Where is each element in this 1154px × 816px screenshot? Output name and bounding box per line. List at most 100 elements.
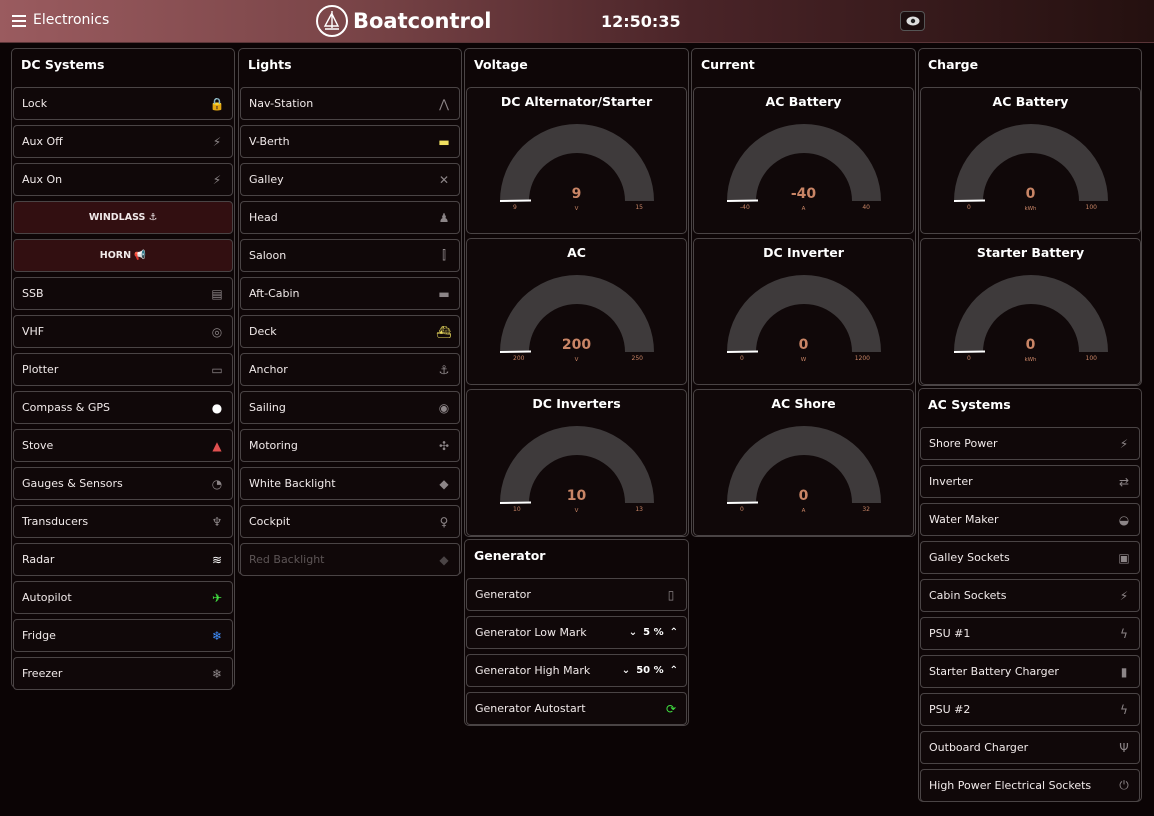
- gauge-title: Starter Battery: [976, 245, 1085, 260]
- radio-icon: ▤: [211, 286, 223, 301]
- item-label: PSU #2: [929, 703, 971, 716]
- list-item[interactable]: Galley Sockets ▣: [920, 541, 1140, 574]
- gauge-title: DC Alternator/Starter: [500, 94, 653, 109]
- item-label: Motoring: [249, 439, 298, 452]
- clock: 12:50:35: [601, 12, 681, 31]
- item-label: Cabin Sockets: [929, 589, 1007, 602]
- item-label: Sailing: [249, 401, 286, 414]
- panel-title: Generator: [474, 548, 546, 563]
- gauge-min-label: 10: [513, 506, 521, 513]
- list-item[interactable]: White Backlight ◆: [240, 467, 460, 500]
- list-item[interactable]: Saloon ⫿: [240, 239, 460, 272]
- list-item[interactable]: PSU #2 ϟ: [920, 693, 1140, 726]
- list-item[interactable]: Anchor ⚓: [240, 353, 460, 386]
- gauge-unit: V: [574, 357, 579, 363]
- list-item[interactable]: Sailing ◉: [240, 391, 460, 424]
- item-label: Transducers: [22, 515, 89, 528]
- list-item[interactable]: Generator High Mark ⌄ 50 % ⌃: [466, 654, 687, 687]
- panel-title: Lights: [248, 57, 292, 72]
- item-label: Aft-Cabin: [249, 287, 300, 300]
- list-item[interactable]: Gauges & Sensors ◔: [13, 467, 233, 500]
- list-item[interactable]: Transducers ♆: [13, 505, 233, 538]
- list-item[interactable]: Deck ⛴: [240, 315, 460, 348]
- list-item[interactable]: Head ♟: [240, 201, 460, 234]
- gauge-unit: kWh: [1024, 357, 1037, 363]
- gauge-unit: V: [574, 508, 579, 514]
- dc-systems-panel: DC Systems Lock 🔒 Aux Off ⚡ Aux On ⚡ WINDLASS …: [11, 48, 235, 690]
- list-item[interactable]: Generator Low Mark ⌄ 5 % ⌃: [466, 616, 687, 649]
- chevron-up-icon[interactable]: ⌃: [670, 627, 678, 638]
- chevron-down-icon[interactable]: ⌄: [622, 665, 630, 676]
- gauge-title: AC Battery: [992, 94, 1069, 109]
- list-item[interactable]: Starter Battery Charger ▮: [920, 655, 1140, 688]
- socket-icon: ▣: [1118, 550, 1130, 565]
- gauge-value: 9: [571, 186, 582, 202]
- list-item[interactable]: Autopilot ✈: [13, 581, 233, 614]
- gauge-card: AC 200 V 200 250: [466, 238, 687, 385]
- list-item[interactable]: Cabin Sockets ⚡: [920, 579, 1140, 612]
- list-item[interactable]: High Power Electrical Sockets ⏻: [920, 769, 1140, 802]
- antenna-icon: ◎: [211, 324, 223, 339]
- power-icon: ⏻: [1119, 778, 1129, 792]
- battery-icon: ▮: [1120, 664, 1128, 679]
- gauge-title: AC: [567, 245, 586, 260]
- item-label: Radar: [22, 553, 55, 566]
- list-item[interactable]: Water Maker ◒: [920, 503, 1140, 536]
- item-label: Deck: [249, 325, 277, 338]
- list-item[interactable]: Radar ≋: [13, 543, 233, 576]
- ac-systems-panel: AC Systems Shore Power ⚡ Inverter ⇄ Water Ma…: [918, 388, 1142, 802]
- item-label: V-Berth: [249, 135, 290, 148]
- item-label: WINDLASS ⚓: [88, 212, 158, 223]
- gauge-max-label: 32: [862, 506, 870, 513]
- list-item[interactable]: Plotter ▭: [13, 353, 233, 386]
- list-item[interactable]: Red Backlight ◆: [240, 543, 460, 576]
- list-item[interactable]: Aux On ⚡: [13, 163, 233, 196]
- list-item[interactable]: WINDLASS ⚓: [13, 201, 233, 234]
- list-item[interactable]: Motoring ✣: [240, 429, 460, 462]
- item-label: PSU #1: [929, 627, 971, 640]
- list-item[interactable]: Generator ▯: [466, 578, 687, 611]
- list-item[interactable]: Aux Off ⚡: [13, 125, 233, 158]
- laptop-icon: ▭: [211, 362, 223, 377]
- gauge-card: AC Shore 0 A 0 32: [693, 389, 914, 536]
- list-item[interactable]: VHF ◎: [13, 315, 233, 348]
- menu-icon[interactable]: [12, 15, 26, 27]
- sailboat-logo-icon: [316, 5, 348, 37]
- eye-toggle-button[interactable]: [900, 11, 925, 31]
- list-item[interactable]: Fridge ❄: [13, 619, 233, 652]
- list-item[interactable]: V-Berth ▬: [240, 125, 460, 158]
- list-item[interactable]: Stove ▲: [13, 429, 233, 462]
- gauge-min-label: 0: [740, 355, 744, 362]
- fan-icon: ✣: [438, 438, 450, 453]
- item-label: Galley: [249, 173, 284, 186]
- list-item[interactable]: Aft-Cabin ▬: [240, 277, 460, 310]
- list-item[interactable]: SSB ▤: [13, 277, 233, 310]
- drop-icon: ◒: [1118, 512, 1130, 527]
- list-item[interactable]: Nav-Station ⋀: [240, 87, 460, 120]
- list-item[interactable]: Galley ✕: [240, 163, 460, 196]
- list-item[interactable]: Shore Power ⚡: [920, 427, 1140, 460]
- list-item[interactable]: PSU #1 ϟ: [920, 617, 1140, 650]
- stepper: ⌄ 50 % ⌃: [622, 665, 678, 676]
- list-item[interactable]: Inverter ⇄: [920, 465, 1140, 498]
- charge-panel: Charge AC Battery 0 kWh 0 100 Starter Battery…: [918, 48, 1142, 386]
- item-label: Head: [249, 211, 278, 224]
- list-item[interactable]: Freezer ❄: [13, 657, 233, 690]
- list-item[interactable]: HORN 📢: [13, 239, 233, 272]
- panel-title: DC Systems: [21, 57, 105, 72]
- item-label: Inverter: [929, 475, 973, 488]
- list-item[interactable]: Cockpit ♀: [240, 505, 460, 538]
- fork-knife-icon: ⫿: [442, 248, 446, 262]
- gauge-card: AC Battery 0 kWh 0 100: [920, 87, 1141, 234]
- list-item[interactable]: Lock 🔒: [13, 87, 233, 120]
- panel-title: Charge: [928, 57, 979, 72]
- chevron-down-icon[interactable]: ⌄: [629, 627, 637, 638]
- item-label: Shore Power: [929, 437, 998, 450]
- bed-icon: ▬: [438, 286, 450, 301]
- gauge-max-label: 40: [862, 204, 870, 211]
- list-item[interactable]: Outboard Charger Ψ: [920, 731, 1140, 764]
- list-item[interactable]: Generator Autostart ⟳: [466, 692, 687, 725]
- list-item[interactable]: Compass & GPS ●: [13, 391, 233, 424]
- chevron-up-icon[interactable]: ⌃: [670, 665, 678, 676]
- shuffle-icon: ⇄: [1118, 474, 1130, 489]
